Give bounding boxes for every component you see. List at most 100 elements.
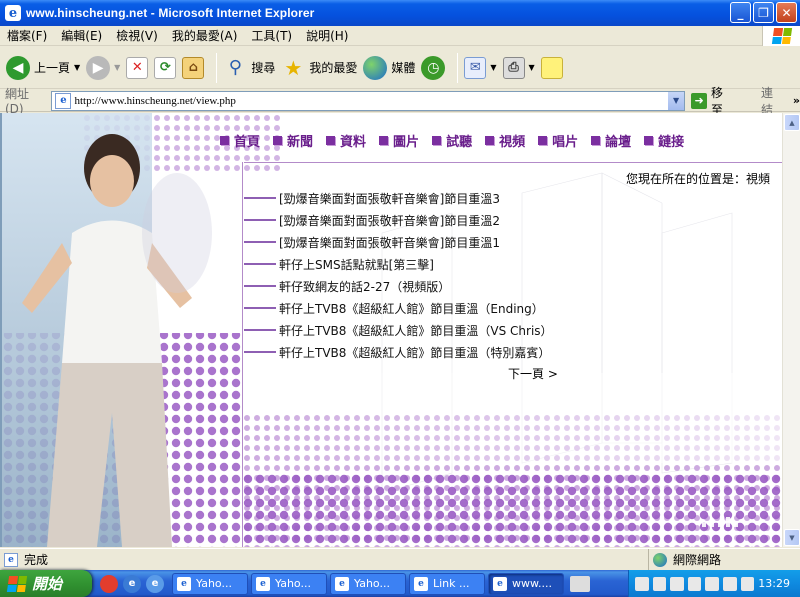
tray-clock-tool-icon[interactable] (705, 576, 720, 591)
search-label: 搜尋 (251, 61, 276, 75)
nav-forum[interactable]: 論壇 (591, 131, 631, 150)
ie-icon: e (5, 5, 21, 21)
toolbar: ◀ 上一頁 ▼ ▶ ▼ ✕ ⟳ ⌂ ⚲ 搜尋 ★ 我的最愛 媒體 ◷ ✉ ▼ ⎙… (0, 47, 800, 89)
address-dropdown-icon[interactable]: ▼ (667, 91, 685, 110)
task-button[interactable]: e Yaho... (330, 572, 406, 595)
back-button[interactable]: ◀ 上一頁 ▼ (6, 50, 80, 86)
next-page-link[interactable]: 下一頁 > (508, 365, 558, 382)
tray-seven-icon[interactable] (687, 576, 702, 591)
scroll-down-icon[interactable]: ▼ (784, 529, 800, 546)
refresh-button[interactable]: ⟳ (154, 50, 177, 86)
ie-task-icon: e (414, 576, 428, 591)
security-zone: 網際網路 (648, 549, 800, 570)
task-button[interactable]: e Link ... (409, 572, 485, 595)
media-button[interactable]: 媒體 (363, 50, 415, 86)
page-viewport: 首頁 新聞 資料 圖片 試聽 視頻 唱片 論壇 鏈接 您現在所在的位置是：視頻 … (0, 113, 782, 547)
task-button-active[interactable]: e www.... (488, 572, 564, 595)
site-navigation: 首頁 新聞 資料 圖片 試聽 視頻 唱片 論壇 鏈接 (220, 131, 697, 150)
video-link[interactable]: 軒仔上TVB8《超級紅人館》節目重溫（Ending） (279, 300, 544, 317)
list-item: 軒仔致網友的話2-27（視頻版） (244, 275, 553, 297)
tray-app-icon[interactable] (670, 576, 684, 591)
address-bar: 網址(D) e http://www.hinscheung.net/view.p… (0, 86, 800, 117)
quick-launch: e e (100, 574, 164, 593)
forward-button[interactable]: ▶ ▼ (86, 50, 120, 86)
nav-home[interactable]: 首頁 (220, 131, 260, 150)
nav-bullet-icon (220, 136, 229, 145)
video-link[interactable]: 軒仔上TVB8《超級紅人館》節目重溫（特別嘉賓） (279, 344, 550, 361)
chrome-icon[interactable] (100, 574, 118, 593)
home-button[interactable]: ⌂ (182, 50, 205, 86)
video-link[interactable]: 軒仔致網友的話2-27（視頻版） (279, 278, 450, 295)
back-dropdown-icon[interactable]: ▼ (74, 63, 80, 72)
video-list: [勁爆音樂面對面張敬軒音樂會]節目重溫3 [勁爆音樂面對面張敬軒音樂會]節目重溫… (244, 187, 553, 363)
windows-flag-icon (6, 575, 28, 592)
refresh-icon: ⟳ (154, 56, 177, 79)
maximize-button[interactable]: ❐ (753, 2, 774, 23)
menu-view[interactable]: 檢視(V) (109, 27, 165, 44)
tray-monitor-icon[interactable] (652, 576, 667, 591)
nav-audio[interactable]: 試聽 (432, 131, 472, 150)
search-icon: ⚲ (228, 57, 242, 78)
nav-bullet-icon (538, 136, 548, 145)
video-link[interactable]: [勁爆音樂面對面張敬軒音樂會]節目重溫3 (279, 190, 500, 207)
note-button[interactable] (540, 50, 563, 86)
toolbar-separator-2 (457, 52, 459, 83)
list-dash (244, 285, 276, 287)
video-link[interactable]: [勁爆音樂面對面張敬軒音樂會]節目重溫1 (279, 234, 500, 251)
nav-news[interactable]: 新聞 (273, 131, 313, 150)
scroll-up-icon[interactable]: ▲ (784, 114, 800, 131)
internet-globe-icon (653, 552, 667, 567)
video-link[interactable]: 軒仔上SMS話點就點[第三擊] (279, 256, 434, 273)
close-button[interactable]: ✕ (776, 2, 797, 23)
minimize-button[interactable]: _ (730, 2, 751, 23)
address-url[interactable]: http://www.hinscheung.net/view.php (74, 95, 235, 107)
list-item: 軒仔上TVB8《超級紅人館》節目重溫（Ending） (244, 297, 553, 319)
nav-video[interactable]: 視頻 (485, 131, 525, 150)
menu-favorites[interactable]: 我的最愛(A) (165, 27, 245, 44)
tray-security-icon[interactable] (740, 576, 755, 591)
ie-task-icon: e (256, 576, 270, 591)
menu-edit[interactable]: 編輯(E) (54, 27, 109, 44)
list-dash (244, 329, 276, 331)
nav-photos[interactable]: 圖片 (379, 131, 419, 150)
nav-bullet-icon (591, 136, 601, 145)
history-button[interactable]: ◷ (421, 50, 446, 86)
print-dropdown-icon[interactable]: ▼ (529, 63, 535, 72)
list-item: 軒仔上SMS話點就點[第三擊] (244, 253, 553, 275)
vertical-scrollbar[interactable]: ▲ ▼ (782, 113, 800, 547)
note-icon (540, 56, 563, 79)
search-button[interactable]: ⚲ 搜尋 (223, 50, 276, 86)
list-dash (244, 219, 276, 221)
task-button[interactable]: e Yaho... (251, 572, 327, 595)
tray-volume-icon[interactable] (723, 576, 737, 591)
tray-network-icon[interactable] (635, 576, 649, 591)
task-button[interactable]: e Yaho... (172, 572, 248, 595)
menu-tools[interactable]: 工具(T) (244, 27, 299, 44)
list-item: 軒仔上TVB8《超級紅人館》節目重溫（VS Chris） (244, 319, 553, 341)
ie-task-icon: e (335, 576, 349, 591)
nav-albums[interactable]: 唱片 (538, 131, 578, 150)
video-link[interactable]: 軒仔上TVB8《超級紅人館》節目重溫（VS Chris） (279, 322, 553, 339)
print-button[interactable]: ⎙ ▼ (502, 50, 535, 86)
stop-button[interactable]: ✕ (126, 50, 149, 86)
start-button[interactable]: 開始 (0, 570, 92, 597)
ie-quicklaunch-icon[interactable]: e (123, 574, 141, 593)
list-dash (244, 197, 276, 199)
forward-dropdown-icon[interactable]: ▼ (114, 63, 120, 72)
menu-file[interactable]: 檔案(F) (0, 27, 54, 44)
chevron-right-icon[interactable]: » (793, 94, 800, 107)
mail-dropdown-icon[interactable]: ▼ (490, 63, 496, 72)
ie-quicklaunch-icon-2[interactable]: e (146, 574, 164, 593)
menu-help[interactable]: 說明(H) (299, 27, 355, 44)
nav-profile[interactable]: 資料 (326, 131, 366, 150)
ie-task-icon: e (493, 576, 507, 591)
address-input[interactable]: e http://www.hinscheung.net/view.php ▼ (51, 90, 686, 111)
clock: 13:29 (758, 577, 790, 590)
favorites-button[interactable]: ★ 我的最愛 (281, 50, 357, 86)
keyboard-icon[interactable] (570, 575, 590, 592)
forward-arrow-icon: ▶ (86, 55, 111, 80)
video-link[interactable]: [勁爆音樂面對面張敬軒音樂會]節目重溫2 (279, 212, 500, 229)
mail-button[interactable]: ✉ ▼ (464, 50, 497, 86)
list-item: [勁爆音樂面對面張敬軒音樂會]節目重溫2 (244, 209, 553, 231)
nav-links[interactable]: 鏈接 (644, 131, 684, 150)
